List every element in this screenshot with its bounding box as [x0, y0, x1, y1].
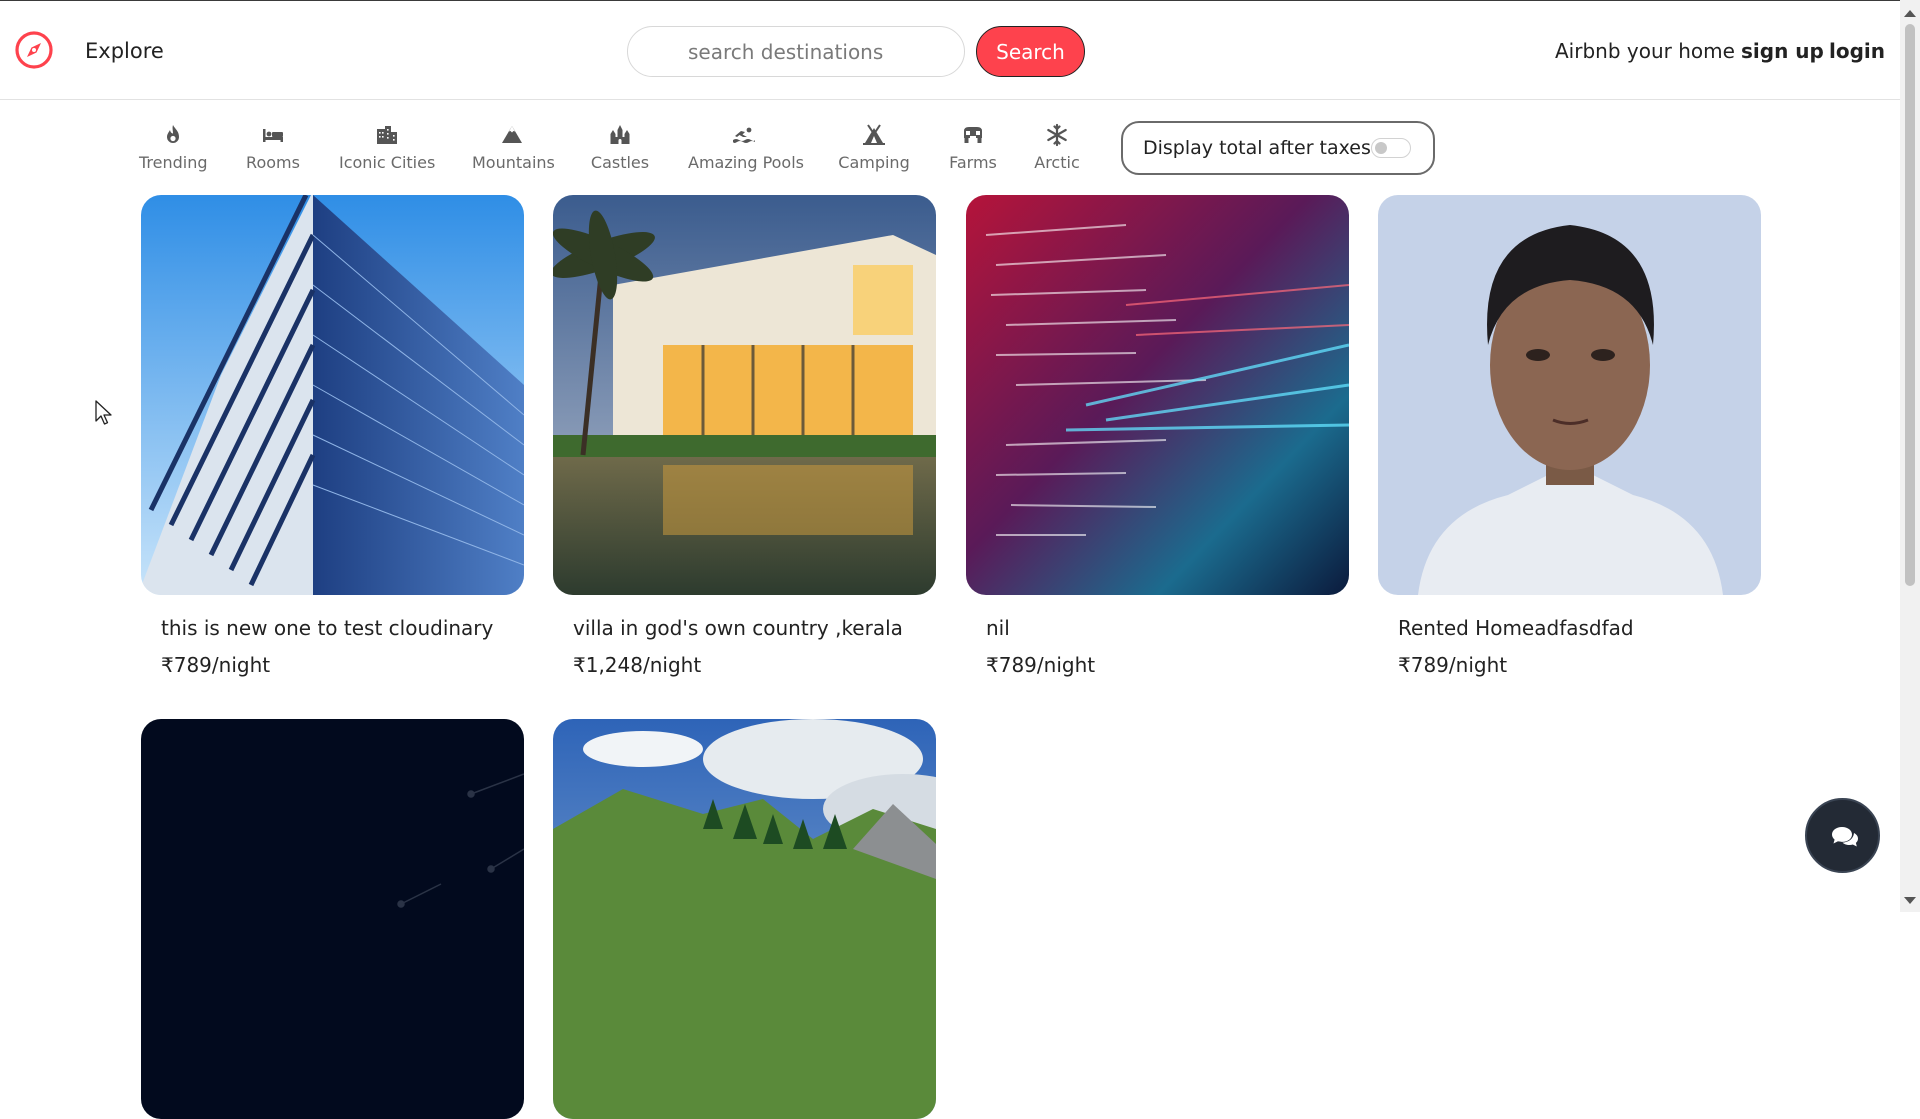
filter-mountains[interactable]: Mountains — [472, 123, 555, 178]
scroll-up-arrow-icon[interactable] — [1904, 10, 1916, 17]
listing-title: villa in god's own country ,kerala — [573, 616, 903, 640]
listing-title: this is new one to test cloudinary — [161, 616, 494, 640]
listing-image[interactable] — [1378, 195, 1761, 595]
switch-knob — [1375, 142, 1387, 154]
castle-icon — [590, 123, 650, 147]
fire-icon — [139, 123, 207, 147]
filter-label: Amazing Pools — [688, 153, 804, 172]
filter-label: Iconic Cities — [339, 153, 436, 172]
scrollbar-thumb[interactable] — [1905, 24, 1915, 586]
filter-castles[interactable]: Castles — [590, 123, 650, 178]
campground-icon — [838, 123, 910, 147]
snowflake-icon — [1034, 123, 1080, 147]
listing-price: ₹789/night — [161, 653, 271, 677]
listing-image[interactable] — [966, 195, 1349, 595]
filter-iconic-cities[interactable]: Iconic Cities — [339, 123, 436, 178]
filter-label: Mountains — [472, 153, 555, 172]
filter-amazing-pools[interactable]: Amazing Pools — [688, 123, 804, 178]
compass-logo-icon[interactable] — [14, 30, 54, 70]
listing-title: Rented Homeadfasdfad — [1398, 616, 1634, 640]
filter-rooms[interactable]: Rooms — [245, 123, 301, 178]
explore-link[interactable]: Explore — [85, 39, 164, 63]
filter-label: Trending — [139, 153, 208, 172]
tax-toggle-switch[interactable] — [1371, 138, 1411, 158]
bed-icon — [245, 123, 301, 147]
search-input[interactable] — [627, 26, 965, 77]
mouse-cursor-icon — [95, 400, 112, 425]
page-scrollbar[interactable] — [1900, 0, 1920, 912]
listing-image[interactable] — [141, 719, 524, 1119]
airbnb-your-home-link[interactable]: Airbnb your home — [1555, 39, 1735, 63]
listing-price: ₹1,248/night — [573, 653, 702, 677]
listing-image[interactable] — [553, 719, 936, 1119]
chat-button[interactable] — [1805, 798, 1880, 873]
filter-label: Castles — [590, 153, 650, 172]
listing-title: nil — [986, 616, 1010, 640]
search-button[interactable]: Search — [976, 26, 1085, 77]
tax-toggle-box: Display total after taxes — [1121, 121, 1435, 175]
filter-label: Rooms — [246, 153, 300, 172]
listing-price: ₹789/night — [986, 653, 1096, 677]
listing-image[interactable] — [141, 195, 524, 595]
listing-price: ₹789/night — [1398, 653, 1508, 677]
mountain-icon — [472, 123, 552, 147]
filter-arctic[interactable]: Arctic — [1034, 123, 1080, 178]
navbar: Explore Search Airbnb your home sign up … — [0, 1, 1900, 100]
signup-link[interactable]: sign up — [1741, 39, 1824, 63]
city-icon — [339, 123, 434, 147]
scroll-down-arrow-icon[interactable] — [1904, 897, 1916, 904]
swimmer-icon — [688, 123, 800, 147]
filter-trending[interactable]: Trending — [139, 123, 208, 178]
filter-camping[interactable]: Camping — [838, 123, 910, 178]
comments-icon — [1832, 827, 1858, 847]
tax-toggle-label: Display total after taxes — [1143, 137, 1371, 159]
listing-image[interactable] — [553, 195, 936, 595]
login-link[interactable]: login — [1829, 39, 1885, 63]
filter-label: Arctic — [1034, 153, 1080, 172]
tractor-icon — [948, 123, 998, 147]
filter-label: Farms — [949, 153, 997, 172]
filter-label: Camping — [838, 153, 910, 172]
filter-farms[interactable]: Farms — [948, 123, 998, 178]
